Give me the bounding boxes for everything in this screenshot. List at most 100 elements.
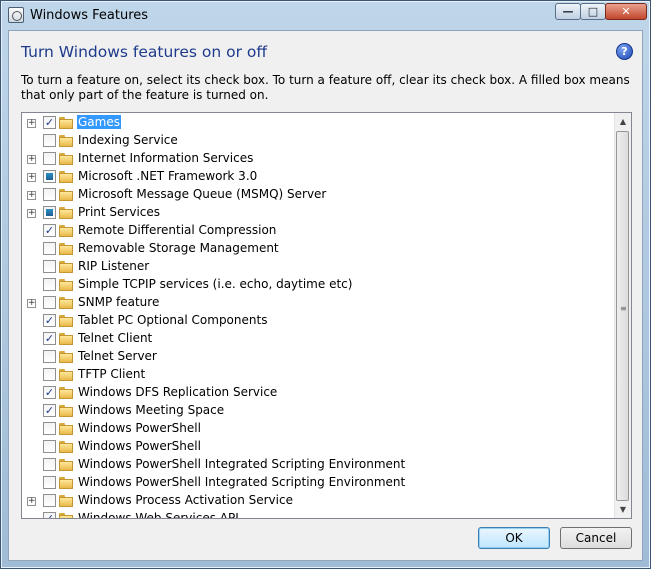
feature-row[interactable]: Telnet Server (22, 348, 614, 366)
feature-row[interactable]: + ✓ Games (22, 114, 614, 132)
feature-label: Games (77, 115, 121, 129)
help-icon[interactable]: ? (616, 43, 633, 60)
folder-icon (59, 477, 73, 489)
feature-checkbox[interactable] (43, 368, 56, 381)
feature-label: Windows Process Activation Service (78, 493, 293, 507)
feature-checkbox[interactable]: ✓ (43, 332, 56, 345)
feature-row[interactable]: TFTP Client (22, 366, 614, 384)
expand-plus-icon[interactable]: + (27, 299, 36, 308)
feature-row[interactable]: + SNMP feature (22, 294, 614, 312)
feature-row[interactable]: Windows PowerShell Integrated Scripting … (22, 474, 614, 492)
feature-checkbox[interactable] (43, 242, 56, 255)
feature-label: Telnet Server (78, 349, 157, 363)
feature-checkbox[interactable] (43, 260, 56, 273)
feature-label: TFTP Client (78, 367, 146, 381)
feature-label: Microsoft .NET Framework 3.0 (78, 169, 258, 183)
folder-icon (59, 405, 73, 417)
feature-label: Telnet Client (78, 331, 153, 345)
expand-plus-icon[interactable]: + (27, 155, 36, 164)
folder-icon (59, 387, 73, 399)
feature-checkbox[interactable] (43, 422, 56, 435)
feature-checkbox[interactable]: ✓ (43, 404, 56, 417)
cancel-button[interactable]: Cancel (560, 527, 632, 549)
folder-icon (59, 441, 73, 453)
feature-label: Windows Meeting Space (78, 403, 225, 417)
feature-label: Windows Web Services API (78, 511, 239, 518)
feature-checkbox[interactable]: ✓ (43, 386, 56, 399)
folder-icon (59, 297, 73, 309)
expand-plus-icon[interactable]: + (27, 497, 36, 506)
page-title: Turn Windows features on or off (21, 43, 268, 61)
ok-button[interactable]: OK (478, 527, 550, 549)
expand-plus-icon[interactable]: + (27, 119, 36, 128)
feature-row[interactable]: + Windows Process Activation Service (22, 492, 614, 510)
folder-icon (59, 189, 73, 201)
feature-checkbox[interactable] (43, 152, 56, 165)
app-icon (8, 7, 24, 23)
feature-row[interactable]: Windows PowerShell (22, 420, 614, 438)
feature-checkbox[interactable]: ✓ (43, 116, 56, 129)
feature-checkbox[interactable] (43, 278, 56, 291)
close-button[interactable]: ✕ (605, 3, 647, 20)
expand-plus-icon[interactable]: + (27, 191, 36, 200)
feature-row[interactable]: + Microsoft Message Queue (MSMQ) Server (22, 186, 614, 204)
feature-checkbox[interactable] (43, 188, 56, 201)
features-tree: + ✓ Games Indexing Service + Internet Informa… (21, 112, 632, 519)
folder-icon (59, 351, 73, 363)
feature-row[interactable]: ✓ Tablet PC Optional Components (22, 312, 614, 330)
feature-checkbox[interactable] (43, 170, 56, 183)
feature-row[interactable]: + Internet Information Services (22, 150, 614, 168)
feature-checkbox[interactable] (43, 206, 56, 219)
maximize-button[interactable]: □ (580, 3, 606, 20)
feature-row[interactable]: ✓ Windows Meeting Space (22, 402, 614, 420)
feature-label: Tablet PC Optional Components (78, 313, 268, 327)
feature-row[interactable]: + Print Services (22, 204, 614, 222)
feature-row[interactable]: + Microsoft .NET Framework 3.0 (22, 168, 614, 186)
folder-icon (59, 279, 73, 291)
feature-row[interactable]: RIP Listener (22, 258, 614, 276)
feature-checkbox[interactable] (43, 296, 56, 309)
folder-icon (59, 153, 73, 165)
feature-row[interactable]: Windows PowerShell Integrated Scripting … (22, 456, 614, 474)
minimize-button[interactable]: — (555, 3, 581, 20)
feature-label: Windows PowerShell (78, 421, 201, 435)
features-tree-rows: + ✓ Games Indexing Service + Internet Informa… (22, 113, 614, 518)
scroll-up-button[interactable]: ▲ (615, 113, 631, 130)
title-bar[interactable]: Windows Features — □ ✕ (1, 1, 650, 31)
feature-label: Internet Information Services (78, 151, 254, 165)
feature-row[interactable]: ✓ Telnet Client (22, 330, 614, 348)
feature-row[interactable]: ✓ Windows Web Services API (22, 510, 614, 518)
feature-checkbox[interactable] (43, 476, 56, 489)
feature-label: Remote Differential Compression (78, 223, 277, 237)
feature-label: Removable Storage Management (78, 241, 279, 255)
feature-label: RIP Listener (78, 259, 150, 273)
feature-label: Print Services (78, 205, 161, 219)
feature-row[interactable]: ✓ Windows DFS Replication Service (22, 384, 614, 402)
feature-checkbox[interactable]: ✓ (43, 224, 56, 237)
scroll-down-button[interactable]: ▼ (615, 501, 631, 518)
feature-row[interactable]: Indexing Service (22, 132, 614, 150)
folder-icon (59, 117, 73, 129)
folder-icon (59, 171, 73, 183)
feature-row[interactable]: ✓ Remote Differential Compression (22, 222, 614, 240)
feature-row[interactable]: Removable Storage Management (22, 240, 614, 258)
feature-checkbox[interactable] (43, 440, 56, 453)
expand-plus-icon[interactable]: + (27, 209, 36, 218)
folder-icon (59, 369, 73, 381)
window-title: Windows Features (30, 8, 149, 23)
expand-plus-icon[interactable]: + (27, 173, 36, 182)
feature-label: Microsoft Message Queue (MSMQ) Server (78, 187, 327, 201)
folder-icon (59, 261, 73, 273)
folder-icon (59, 459, 73, 471)
feature-checkbox[interactable] (43, 458, 56, 471)
scroll-thumb[interactable]: ≡ (616, 131, 629, 501)
feature-checkbox[interactable]: ✓ (43, 314, 56, 327)
feature-checkbox[interactable] (43, 494, 56, 507)
feature-row[interactable]: Simple TCPIP services (i.e. echo, daytim… (22, 276, 614, 294)
feature-row[interactable]: Windows PowerShell (22, 438, 614, 456)
feature-checkbox[interactable] (43, 134, 56, 147)
folder-icon (59, 513, 73, 518)
vertical-scrollbar[interactable]: ▲ ≡ ▼ (614, 113, 631, 518)
feature-checkbox[interactable]: ✓ (43, 512, 56, 518)
feature-checkbox[interactable] (43, 350, 56, 363)
